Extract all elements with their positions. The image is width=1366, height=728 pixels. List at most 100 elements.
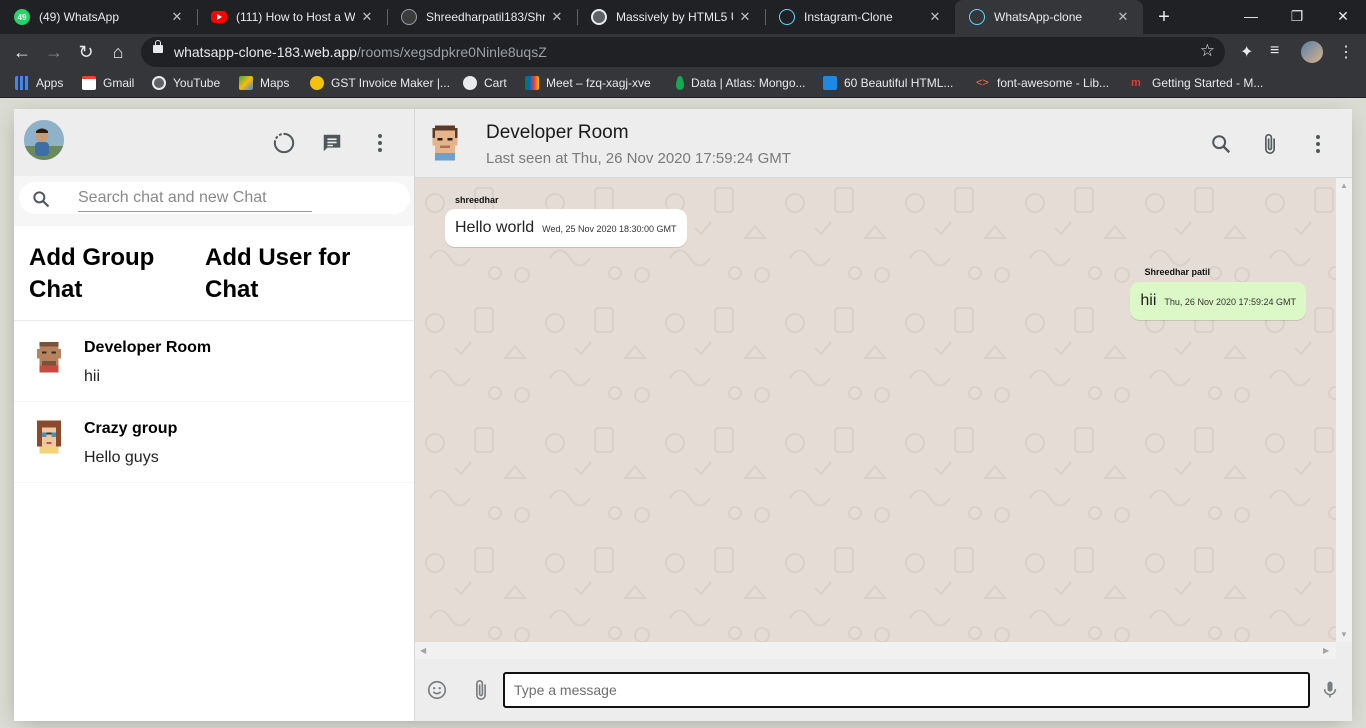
- attach-icon[interactable]: [1258, 132, 1282, 156]
- maps-icon: [239, 76, 253, 90]
- last-seen-text: Last seen at Thu, 26 Nov 2020 17:59:24 G…: [486, 150, 791, 167]
- status-icon[interactable]: [272, 131, 296, 155]
- chat-last-message: hii: [84, 368, 101, 385]
- microphone-icon[interactable]: [1318, 678, 1342, 702]
- search-icon: [31, 189, 51, 209]
- close-icon[interactable]: ✕: [355, 9, 379, 25]
- search-icon[interactable]: [1209, 132, 1233, 156]
- browser-tab-active[interactable]: WhatsApp-clone ✕: [955, 0, 1143, 34]
- message-sender: shreedhar: [455, 195, 499, 205]
- bookmark-meet[interactable]: Meet – fzq-xagj-xve: [525, 76, 651, 90]
- message-timestamp: Wed, 25 Nov 2020 18:30:00 GMT: [542, 224, 677, 234]
- menu-dots-icon[interactable]: ⋮: [1338, 42, 1354, 62]
- browser-tab[interactable]: (111) How to Host a We ✕: [197, 0, 387, 34]
- gst-icon: [310, 76, 324, 90]
- chat-list-item[interactable]: Crazy group Hello guys: [14, 402, 414, 483]
- bookmark-apps[interactable]: Apps: [15, 76, 63, 90]
- bookmark-font-awesome[interactable]: <> font-awesome - Lib...: [976, 76, 1109, 90]
- search-input[interactable]: [78, 184, 312, 212]
- whatsapp-app: Add Group Chat Add User for Chat Develop…: [14, 109, 1352, 721]
- f-icon: [823, 76, 837, 90]
- message-text: Hello world: [455, 219, 535, 236]
- scroll-right-icon[interactable]: ▶: [1323, 646, 1329, 655]
- media-control-icon[interactable]: ≡: [1270, 42, 1279, 60]
- chat-name: Developer Room: [84, 339, 212, 356]
- url-text: whatsapp-clone-183.web.app/rooms/xegsdpk…: [174, 44, 547, 60]
- scroll-up-icon[interactable]: ▲: [1340, 181, 1348, 190]
- bookmark-youtube[interactable]: YouTube: [152, 76, 220, 90]
- chat-messages-area: shreedhar Hello world Wed, 25 Nov 2020 18…: [415, 178, 1336, 642]
- browser-tab[interactable]: Instagram-Clone ✕: [765, 0, 955, 34]
- avatar[interactable]: [425, 123, 465, 163]
- browser-tab[interactable]: 49 (49) WhatsApp ✕: [0, 0, 197, 34]
- tab-title: Massively by HTML5 UP: [616, 10, 733, 24]
- attach-icon[interactable]: [469, 678, 493, 702]
- close-icon[interactable]: ✕: [733, 9, 757, 25]
- lock-icon: [153, 40, 163, 53]
- chat-last-message: Hello guys: [84, 449, 159, 466]
- scroll-left-icon[interactable]: ◀: [420, 646, 426, 655]
- minimize-icon[interactable]: —: [1228, 0, 1274, 32]
- close-icon[interactable]: ✕: [1111, 9, 1135, 25]
- browser-tab[interactable]: Massively by HTML5 UP ✕: [577, 0, 765, 34]
- message-bubble-received: Hello world Wed, 25 Nov 2020 18:30:00 GMT: [445, 209, 687, 247]
- tab-title: (111) How to Host a We: [236, 10, 355, 24]
- more-vert-icon[interactable]: [368, 131, 392, 155]
- message-input[interactable]: [505, 674, 1308, 706]
- home-icon[interactable]: ⌂: [104, 38, 132, 66]
- chat-wallpaper: [415, 178, 1336, 642]
- sidebar-header: [14, 109, 414, 176]
- scroll-down-icon[interactable]: ▼: [1340, 630, 1348, 639]
- bookmark-star-icon[interactable]: ☆: [1200, 41, 1215, 61]
- youtube-icon: [211, 11, 227, 23]
- back-icon[interactable]: ←: [8, 38, 36, 66]
- add-user-chat-button[interactable]: Add User for Chat: [190, 226, 400, 320]
- bookmark-cart[interactable]: Cart: [463, 76, 507, 90]
- close-icon[interactable]: ✕: [165, 9, 189, 25]
- close-icon[interactable]: ✕: [923, 9, 947, 25]
- reload-icon[interactable]: ↻: [72, 38, 100, 66]
- apps-grid-icon: [15, 76, 29, 90]
- close-icon[interactable]: ✕: [545, 9, 569, 25]
- bookmark-mongodb[interactable]: Data | Atlas: Mongo...: [673, 76, 806, 90]
- message-input-container: [503, 672, 1310, 708]
- browser-tab[interactable]: Shreedharpatil183/Shre ✕: [387, 0, 577, 34]
- bookmark-gmail[interactable]: Gmail: [82, 76, 134, 90]
- horizontal-scrollbar[interactable]: ◀ ▶: [415, 642, 1336, 659]
- bookmark-maps[interactable]: Maps: [239, 76, 289, 90]
- profile-avatar[interactable]: [1301, 41, 1323, 63]
- forward-icon[interactable]: →: [40, 38, 68, 66]
- close-window-icon[interactable]: ✕: [1320, 0, 1366, 32]
- bookmark-html-templates[interactable]: 60 Beautiful HTML...: [823, 76, 953, 90]
- bookmarks-bar: Apps Gmail YouTube Maps GST Invoice Make…: [0, 71, 1366, 98]
- m-icon: m: [1131, 77, 1141, 89]
- more-vert-icon[interactable]: [1306, 132, 1330, 156]
- mongodb-leaf-icon: [676, 76, 684, 90]
- message-timestamp: Thu, 26 Nov 2020 17:59:24 GMT: [1164, 297, 1296, 307]
- emoji-icon[interactable]: [425, 678, 449, 702]
- browser-tabstrip: 49 (49) WhatsApp ✕ (111) How to Host a W…: [0, 0, 1366, 34]
- sidebar: Add Group Chat Add User for Chat Develop…: [14, 109, 415, 721]
- add-actions: Add Group Chat Add User for Chat: [14, 226, 414, 321]
- new-tab-button[interactable]: +: [1152, 5, 1176, 29]
- avatar[interactable]: [24, 120, 64, 160]
- bookmark-gst[interactable]: GST Invoice Maker |...: [310, 76, 450, 90]
- chat-list-item[interactable]: Developer Room hii: [14, 321, 414, 402]
- address-bar[interactable]: whatsapp-clone-183.web.app/rooms/xegsdpk…: [141, 37, 1225, 67]
- room-name: Developer Room: [486, 122, 629, 143]
- globe-icon: [591, 9, 607, 25]
- tab-title: WhatsApp-clone: [994, 10, 1083, 24]
- chat-footer: [415, 659, 1352, 721]
- chat-panel: Developer Room Last seen at Thu, 26 Nov …: [415, 109, 1352, 721]
- vertical-scrollbar[interactable]: ▲ ▼: [1336, 178, 1352, 642]
- extensions-icon[interactable]: ✦: [1240, 42, 1253, 62]
- github-icon: [401, 9, 417, 25]
- whatsapp-icon: 49: [14, 9, 30, 25]
- message-text: hii: [1140, 292, 1157, 309]
- add-group-chat-button[interactable]: Add Group Chat: [14, 226, 190, 320]
- gmail-icon: [82, 76, 96, 90]
- bookmark-getting-started[interactable]: m Getting Started - M...: [1131, 76, 1263, 90]
- new-chat-icon[interactable]: [320, 131, 344, 155]
- restore-icon[interactable]: ❐: [1274, 0, 1320, 32]
- meet-icon: [525, 76, 539, 90]
